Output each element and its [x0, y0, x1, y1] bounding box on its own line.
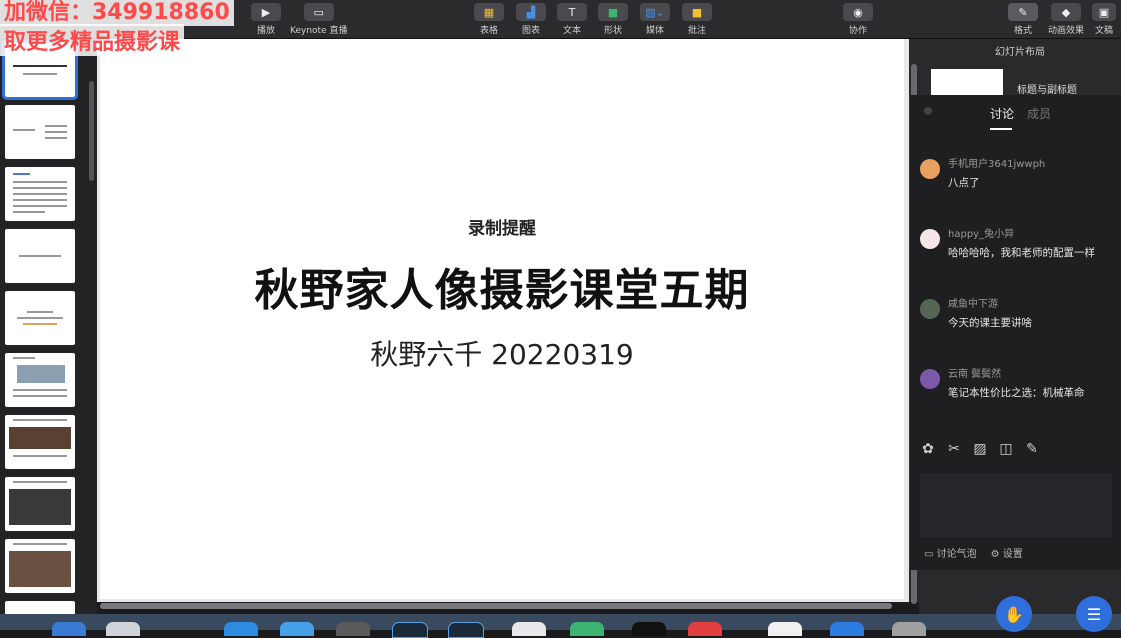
bubble-button[interactable]: ▭ 讨论气泡: [924, 545, 977, 560]
watermark-line-2: 取更多精品摄影课: [0, 24, 185, 56]
inspector-title: 幻灯片布局: [995, 47, 1045, 58]
settings-button[interactable]: ⚙ 设置: [991, 545, 1023, 560]
layout-label[interactable]: 标题与副标题: [1017, 81, 1077, 96]
horizontal-scrollbar[interactable]: [100, 603, 892, 609]
dock-app-icon[interactable]: [830, 622, 864, 636]
dock-app-icon[interactable]: [106, 622, 140, 636]
animate-button[interactable]: ◆ 动画效果: [1048, 3, 1084, 36]
brush-icon: ✎: [1008, 3, 1038, 21]
document-button[interactable]: ▣ 文稿: [1092, 3, 1116, 36]
avatar: [920, 229, 940, 249]
play-icon: ▶: [251, 3, 281, 21]
dock-app-icon[interactable]: [768, 622, 802, 636]
slide-thumbnail-7[interactable]: [5, 415, 75, 469]
screenshot-icon[interactable]: ◫: [998, 441, 1014, 457]
chat-input[interactable]: [920, 473, 1112, 537]
raise-hand-button[interactable]: ✋: [996, 596, 1032, 632]
slide-title[interactable]: 秋野家人像摄影课堂五期: [100, 254, 904, 318]
slide-thumbnail-2[interactable]: [5, 105, 75, 159]
shape-icon: ■: [598, 3, 628, 21]
chat-tabs: 讨论 成员: [910, 95, 1121, 130]
dock-app-icon[interactable]: [688, 622, 722, 636]
table-icon: ▦: [474, 3, 504, 21]
active-tab-indicator: [990, 128, 1012, 130]
dock-app-icon[interactable]: [448, 622, 484, 638]
comment-icon: ■: [682, 3, 712, 21]
tab-members[interactable]: 成员: [1027, 105, 1051, 122]
media-button[interactable]: ▨⌄ 媒体: [640, 3, 670, 36]
chat-bubble-icon: ☰: [1086, 604, 1102, 624]
dock-app-icon[interactable]: [392, 622, 428, 638]
dock-app-icon[interactable]: [52, 622, 86, 636]
avatar: [920, 369, 940, 389]
message-username: 手机用户3641jwwph: [948, 159, 1046, 170]
dock-app-icon[interactable]: [512, 622, 546, 636]
image-icon[interactable]: ▨: [972, 441, 988, 457]
shape-button[interactable]: ■ 形状: [598, 3, 628, 36]
message-text: 八点了: [948, 177, 980, 189]
slide-thumbnail-4[interactable]: [5, 229, 75, 283]
chat-panel: 讨论 成员 手机用户3641jwwph 八点了 happy_兔小异 哈哈哈哈，我…: [909, 95, 1121, 570]
format-button[interactable]: ✎ 格式: [1008, 3, 1038, 36]
avatar: [920, 299, 940, 319]
media-icon: ▨⌄: [640, 3, 670, 21]
scissors-icon[interactable]: ✂: [946, 441, 962, 457]
watermark-line-1: 加微信：349918860: [0, 0, 234, 26]
slide[interactable]: 录制提醒 秋野家人像摄影课堂五期 秋野六千 20220319: [100, 39, 904, 599]
dock: [0, 614, 1121, 638]
collaborate-button[interactable]: ◉ 协作: [843, 3, 873, 36]
dock-app-icon[interactable]: [280, 622, 314, 636]
slide-thumbnail-8[interactable]: [5, 477, 75, 531]
animate-icon: ◆: [1051, 3, 1081, 21]
chat-toggle-button[interactable]: ☰: [1076, 596, 1112, 632]
message-username: 咸鱼中下游: [948, 299, 998, 310]
dock-app-icon[interactable]: [892, 622, 926, 636]
bubble-icon: ▭: [924, 549, 937, 560]
message-text: 笔记本性价比之选：机械革命: [948, 387, 1085, 399]
slide-thumbnail-5[interactable]: [5, 291, 75, 345]
chat-toolbar: ✿ ✂ ▨ ◫ ✎: [920, 441, 1040, 457]
message-text: 今天的课主要讲啥: [948, 317, 1032, 329]
slide-thumbnail-9[interactable]: [5, 539, 75, 593]
tab-discussion[interactable]: 讨论: [990, 105, 1014, 122]
slide-thumbnail-3[interactable]: [5, 167, 75, 221]
chat-footer: ▭ 讨论气泡 ⚙ 设置: [924, 545, 1023, 560]
dock-app-icon[interactable]: [632, 622, 666, 636]
broadcast-icon: ▭: [303, 3, 334, 21]
text-button[interactable]: T 文本: [557, 3, 587, 36]
message-text: 哈哈哈哈，我和老师的配置一样: [948, 247, 1095, 259]
slide-subtitle[interactable]: 秋野六千 20220319: [100, 333, 904, 373]
message-username: happy_兔小异: [948, 229, 1015, 240]
slide-thumbnail-6[interactable]: [5, 353, 75, 407]
keynote-live-button[interactable]: ▭ Keynote 直播: [290, 3, 347, 36]
play-button[interactable]: ▶ 播放: [251, 3, 281, 36]
avatar: [920, 159, 940, 179]
comment-button[interactable]: ■ 批注: [682, 3, 712, 36]
chart-button[interactable]: ▟ 图表: [516, 3, 546, 36]
text-icon: T: [557, 3, 587, 21]
window-dot-icon[interactable]: [924, 107, 932, 115]
document-icon: ▣: [1092, 3, 1116, 21]
table-button[interactable]: ▦ 表格: [474, 3, 504, 36]
slide-navigator[interactable]: [0, 39, 97, 614]
navigator-scrollbar[interactable]: [89, 81, 94, 181]
chart-icon: ▟: [516, 3, 546, 21]
edit-icon[interactable]: ✎: [1024, 441, 1040, 457]
dock-app-icon[interactable]: [224, 622, 258, 636]
dock-app-icon[interactable]: [570, 622, 604, 636]
slide-small-title[interactable]: 录制提醒: [100, 214, 904, 239]
slide-canvas[interactable]: 录制提醒 秋野家人像摄影课堂五期 秋野六千 20220319: [97, 39, 909, 602]
message-username: 云南 鬓鬓然: [948, 369, 1002, 380]
slide-thumbnail-10[interactable]: [5, 601, 75, 614]
gear-icon: ⚙: [990, 549, 1003, 560]
emoji-icon[interactable]: ✿: [920, 441, 936, 457]
dock-app-icon[interactable]: [336, 622, 370, 636]
hand-icon: ✋: [1004, 604, 1024, 624]
collaborate-icon: ◉: [843, 3, 873, 21]
